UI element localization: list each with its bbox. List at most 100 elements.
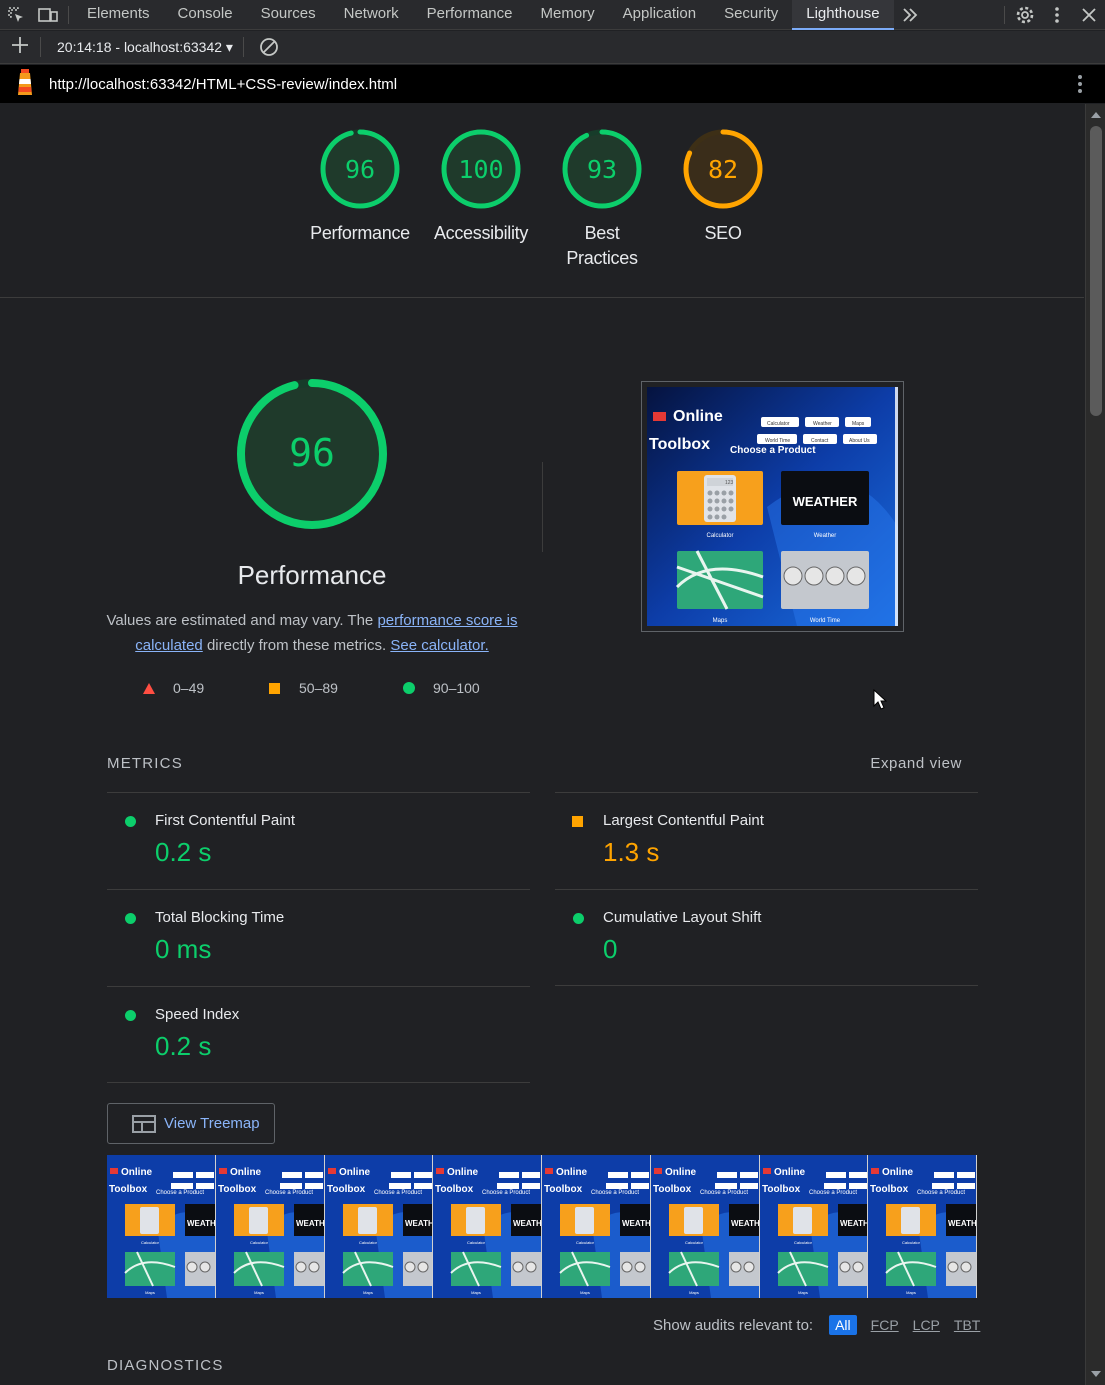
treemap-icon — [132, 1114, 156, 1133]
svg-text:Toolbox: Toolbox — [435, 1184, 474, 1195]
tab-network[interactable]: Network — [330, 0, 413, 30]
pass-circle-icon — [573, 913, 584, 924]
tab-application[interactable]: Application — [609, 0, 710, 30]
tab-lighthouse[interactable]: Lighthouse — [792, 0, 894, 30]
svg-text:Maps: Maps — [471, 1290, 481, 1295]
tab-elements[interactable]: Elements — [73, 0, 164, 30]
site-title-line1: Online — [673, 408, 723, 425]
svg-text:Choose a Product: Choose a Product — [917, 1190, 965, 1196]
metric-value: 0 ms — [155, 934, 212, 964]
filter-chip-lcp[interactable]: LCP — [913, 1317, 940, 1333]
nav-item: World Time — [765, 438, 790, 444]
tab-performance[interactable]: Performance — [413, 0, 527, 30]
svg-text:Toolbox: Toolbox — [109, 1184, 148, 1195]
legend-average: 50–89 — [269, 680, 338, 696]
svg-text:WEATHER: WEATHER — [840, 1219, 869, 1228]
tab-console[interactable]: Console — [164, 0, 247, 30]
svg-text:Online: Online — [556, 1167, 588, 1178]
toolbar-divider — [242, 37, 244, 57]
filmstrip-frame: Online Toolbox Choose a Product WEATHER Calc… — [107, 1155, 216, 1298]
kebab-icon[interactable] — [1041, 0, 1073, 30]
accessibility-score-ring: 100 — [441, 129, 521, 209]
gauge-value: 93 — [587, 155, 617, 184]
panel-tabs: Elements Console Sources Network Perform… — [73, 0, 894, 30]
gear-icon[interactable] — [1009, 0, 1041, 30]
final-screenshot[interactable]: Online Toolbox Choose a Product Calculat… — [641, 381, 904, 632]
diagnostics-heading: DIAGNOSTICS — [107, 1357, 224, 1374]
filmstrip-frame: Online Toolbox Choose a Product WEATHER Calc… — [868, 1155, 977, 1298]
nav-item: Maps — [852, 421, 865, 427]
svg-text:Maps: Maps — [689, 1290, 699, 1295]
report-select[interactable]: 20:14:18 - localhost:63342 ▾ — [41, 39, 243, 56]
weather-wordmark: WEATHER — [793, 494, 858, 509]
legend-range: 90–100 — [433, 680, 480, 696]
filter-chip-all[interactable]: All — [829, 1315, 857, 1335]
performance-score-value: 96 — [289, 431, 335, 475]
lighthouse-toolbar: 20:14:18 - localhost:63342 ▾ — [0, 31, 1105, 64]
legend-range: 50–89 — [299, 680, 338, 696]
gauge-value: 82 — [708, 155, 738, 184]
svg-text:Choose a Product: Choose a Product — [265, 1190, 313, 1196]
svg-text:Choose a Product: Choose a Product — [591, 1190, 639, 1196]
metric-lcp: Largest Contentful Paint 1.3 s — [555, 792, 978, 889]
svg-text:Calculator: Calculator — [141, 1240, 160, 1245]
gauge-performance[interactable]: 96 Performance — [305, 128, 415, 246]
tab-security[interactable]: Security — [710, 0, 792, 30]
metrics-header: METRICS Expand view — [107, 755, 977, 772]
see-calculator-link[interactable]: See calculator. — [390, 637, 488, 654]
view-treemap-button[interactable]: View Treemap — [107, 1103, 275, 1144]
device-toolbar-icon[interactable] — [32, 0, 64, 30]
card-label: Weather — [814, 533, 837, 539]
double-chevron-right-icon[interactable] — [894, 0, 926, 30]
card-label: Calculator — [706, 533, 733, 539]
metric-name: Total Blocking Time — [155, 909, 285, 926]
scroll-down-arrow-icon[interactable] — [1091, 1371, 1101, 1377]
desc-text: Values are estimated and may vary. The — [106, 612, 374, 629]
tab-sources[interactable]: Sources — [247, 0, 330, 30]
gauge-seo[interactable]: 82 SEO — [668, 128, 778, 246]
scroll-up-arrow-icon[interactable] — [1091, 112, 1101, 118]
performance-score-gauge-large: 96 — [237, 379, 387, 529]
filter-label: Show audits relevant to: — [653, 1316, 814, 1334]
average-square-icon — [572, 816, 583, 827]
legend-pass: 90–100 — [403, 680, 480, 696]
svg-text:Maps: Maps — [798, 1290, 808, 1295]
svg-text:WEATHER: WEATHER — [948, 1219, 977, 1228]
performance-score-ring: 96 — [320, 129, 400, 209]
svg-text:Maps: Maps — [580, 1290, 590, 1295]
svg-text:Maps: Maps — [254, 1290, 264, 1295]
circle-icon — [403, 682, 415, 694]
svg-text:Choose a Product: Choose a Product — [374, 1190, 422, 1196]
kebab-icon[interactable] — [1077, 74, 1083, 99]
gauge-best-practices[interactable]: 93 Best Practices — [547, 128, 657, 271]
close-icon[interactable] — [1073, 0, 1105, 30]
svg-text:Online: Online — [339, 1167, 371, 1178]
expand-view-toggle[interactable]: Expand view — [870, 755, 962, 772]
filmstrip-frame: Online Toolbox Choose a Product WEATHER Calc… — [542, 1155, 651, 1298]
gauge-label: SEO — [704, 223, 742, 243]
pass-circle-icon — [125, 816, 136, 827]
nav-item: Calculator — [767, 421, 790, 427]
svg-text:Toolbox: Toolbox — [762, 1184, 801, 1195]
svg-text:Online: Online — [230, 1167, 262, 1178]
svg-text:WEATHER: WEATHER — [296, 1219, 325, 1228]
tab-memory[interactable]: Memory — [527, 0, 609, 30]
vertical-scrollbar[interactable] — [1085, 104, 1105, 1385]
filter-chip-fcp[interactable]: FCP — [871, 1317, 899, 1333]
gauge-label: Performance — [310, 223, 410, 243]
svg-text:Online: Online — [774, 1167, 806, 1178]
svg-text:WEATHER: WEATHER — [187, 1219, 216, 1228]
metric-value: 0 — [603, 934, 618, 964]
metric-name: Cumulative Layout Shift — [603, 909, 762, 926]
inspect-element-icon[interactable] — [0, 0, 32, 30]
filter-chip-tbt[interactable]: TBT — [954, 1317, 980, 1333]
metric-name: Largest Contentful Paint — [603, 812, 764, 829]
svg-text:Online: Online — [447, 1167, 479, 1178]
scroll-thumb[interactable] — [1090, 126, 1102, 416]
gauge-accessibility[interactable]: 100 Accessibility — [426, 128, 536, 246]
clear-icon[interactable] — [258, 36, 280, 58]
svg-text:Choose a Product: Choose a Product — [700, 1190, 748, 1196]
toolbar-divider — [1004, 6, 1005, 24]
plus-icon[interactable] — [0, 34, 40, 60]
svg-text:Online: Online — [121, 1167, 153, 1178]
